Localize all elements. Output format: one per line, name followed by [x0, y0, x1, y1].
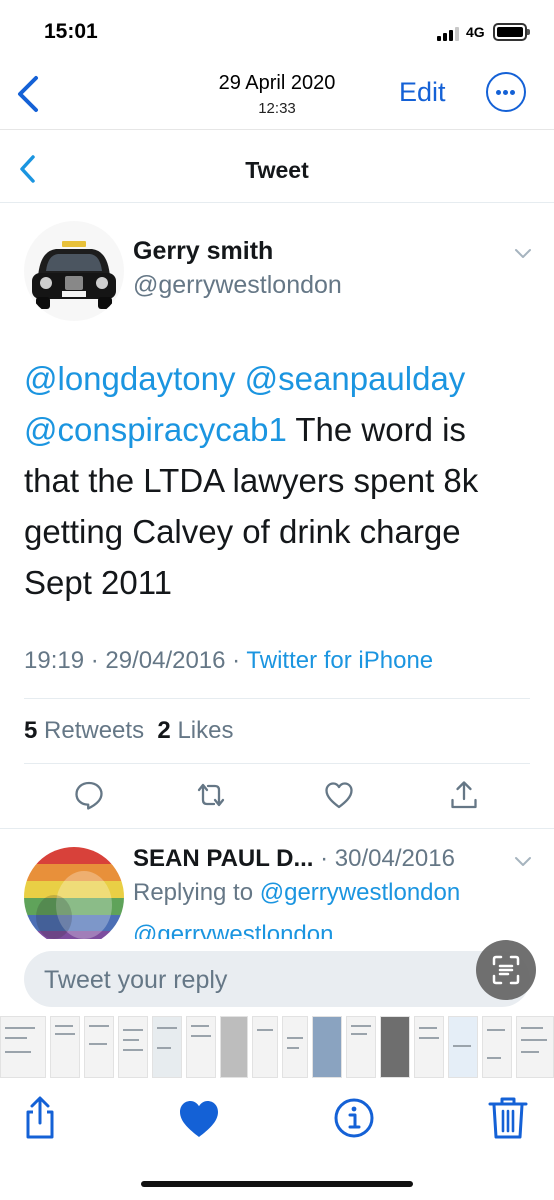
thumbnail[interactable] — [50, 1016, 80, 1078]
like-icon[interactable] — [323, 779, 355, 811]
retweets-count: 5 — [24, 717, 38, 744]
mention-link[interactable]: @seanpaulday — [245, 360, 466, 397]
tweet-text-segment: The word is — [286, 411, 466, 448]
likes-stat[interactable]: 2 Likes — [157, 717, 233, 744]
battery-icon — [493, 23, 530, 41]
edit-button[interactable]: Edit — [399, 77, 446, 108]
mention-link[interactable]: @conspiracycab1 — [24, 411, 287, 448]
signal-icon — [437, 25, 461, 41]
thumbnail[interactable] — [448, 1016, 478, 1078]
author-name[interactable]: Gerry smith — [133, 237, 273, 266]
tweet-source-link[interactable]: Twitter for iPhone — [246, 647, 433, 674]
replying-to: Replying to @gerrywestlondon — [133, 879, 460, 907]
mention-link[interactable]: @gerrywestlondon — [260, 879, 460, 906]
tweet-timestamp: 19:19 · 29/04/2016 · — [24, 647, 247, 674]
replying-prefix: Replying to — [133, 879, 260, 906]
reply-icon[interactable] — [73, 779, 105, 811]
thumbnail[interactable] — [312, 1016, 342, 1078]
home-indicator — [141, 1181, 413, 1187]
tweet-meta: 19:19 · 29/04/2016 · Twitter for iPhone — [24, 647, 433, 675]
divider — [0, 828, 554, 829]
thumbnail[interactable] — [282, 1016, 308, 1078]
thumbnail[interactable] — [516, 1016, 554, 1078]
share-icon[interactable] — [448, 779, 480, 811]
thumbnail[interactable] — [220, 1016, 248, 1078]
live-text-scan-icon[interactable] — [476, 940, 536, 1000]
reply-placeholder: Tweet your reply — [44, 966, 228, 994]
tweet-line-3: that the LTDA lawyers spent 8k — [24, 462, 479, 499]
thumbnail[interactable] — [482, 1016, 512, 1078]
tweet-stats: 5 Retweets 2 Likes — [24, 717, 233, 745]
author-avatar[interactable] — [24, 221, 124, 321]
author-handle[interactable]: @gerrywestlondon — [133, 271, 342, 300]
chevron-down-icon[interactable] — [513, 247, 533, 261]
status-time: 15:01 — [44, 20, 98, 43]
thumbnail[interactable] — [380, 1016, 410, 1078]
tweet-line-5: Sept 2011 — [24, 564, 173, 601]
thumbnail[interactable] — [118, 1016, 148, 1078]
retweets-stat[interactable]: 5 Retweets — [24, 717, 144, 744]
thumbnail[interactable] — [84, 1016, 114, 1078]
tweet-line-4: getting Calvey of drink charge — [24, 513, 461, 550]
divider — [24, 763, 530, 764]
thumbnail[interactable] — [346, 1016, 376, 1078]
ellipsis-circle-icon[interactable] — [486, 72, 526, 112]
network-label: 4G — [466, 24, 485, 40]
photo-time: 12:33 — [258, 100, 296, 117]
photos-header: 29 April 2020 12:33 Edit — [0, 62, 554, 130]
reply-text-cut: @gerrywestlondon — [133, 921, 334, 939]
reply-date: · 30/04/2016 — [313, 845, 455, 872]
chevron-down-icon[interactable] — [513, 855, 533, 869]
likes-count: 2 — [157, 717, 171, 744]
thumbnail[interactable] — [152, 1016, 182, 1078]
divider — [24, 698, 530, 699]
trash-icon[interactable] — [486, 1095, 530, 1141]
thumbnail[interactable] — [0, 1016, 46, 1078]
thumbnail[interactable] — [252, 1016, 278, 1078]
likes-label: Likes — [170, 717, 234, 744]
share-icon[interactable] — [18, 1095, 62, 1141]
reply-avatar[interactable] — [24, 847, 124, 939]
thumbnail-strip[interactable] — [0, 1013, 554, 1080]
info-icon[interactable] — [332, 1095, 376, 1141]
heart-icon[interactable] — [177, 1095, 221, 1141]
reply-author: SEAN PAUL D... · 30/04/2016 — [133, 845, 455, 873]
tweet-nav-bar: Tweet — [0, 131, 554, 203]
tweet-line-2: @conspiracycab1 The word is — [24, 404, 539, 455]
tweet-screenshot: Tweet Gerry smith @gerrywestlondon @long… — [0, 131, 554, 939]
retweet-icon[interactable] — [195, 779, 227, 811]
thumbnail[interactable] — [414, 1016, 444, 1078]
tweet-text: @longdaytony @seanpaulday @conspiracycab… — [24, 353, 539, 608]
tweet-title: Tweet — [245, 157, 309, 183]
reply-composer: Tweet your reply — [0, 939, 554, 1011]
retweets-label: Retweets — [37, 717, 145, 744]
thumbnail[interactable] — [186, 1016, 216, 1078]
rainbow-flag-image — [24, 847, 124, 939]
mention-link[interactable]: @longdaytony — [24, 360, 235, 397]
tweet-line-1: @longdaytony @seanpaulday — [24, 353, 539, 404]
photo-date: 29 April 2020 — [218, 72, 336, 94]
status-bar: 15:01 4G — [0, 0, 554, 62]
taxi-image — [24, 221, 124, 321]
reply-author-name[interactable]: SEAN PAUL D... — [133, 845, 313, 872]
reply-input[interactable]: Tweet your reply — [24, 951, 530, 1007]
